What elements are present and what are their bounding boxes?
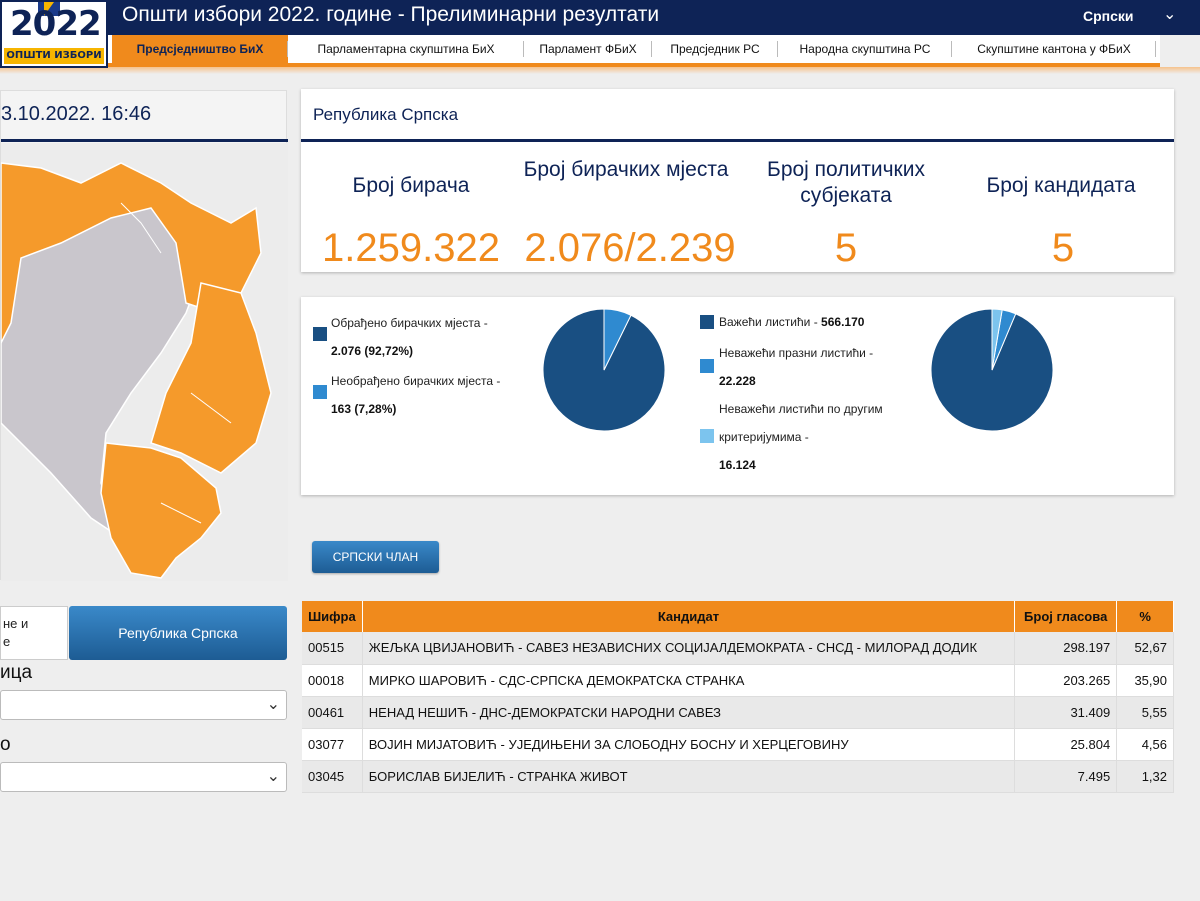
legend-text: Неважећи празни листићи - — [719, 346, 874, 360]
stat-value-political-subjects: 5 — [834, 226, 858, 270]
filter-select-1[interactable]: ⌄ — [0, 690, 287, 720]
cell-code: 00018 — [302, 664, 363, 697]
top-bar: Општи избори 2022. године - Прелиминарни… — [0, 0, 1200, 35]
tab-rs-national-assembly[interactable]: Народна скупштина РС — [778, 35, 952, 63]
results-table: Шифра Кандидат Број гласова % 00515 ЖЕЉК… — [302, 601, 1174, 793]
main-nav: Предсједништво БиХ Парламентарна скупшти… — [108, 35, 1160, 67]
tab-presidency[interactable]: Предсједништво БиХ — [112, 35, 288, 63]
stat-label-political-subjects: Број политичких субјеката — [767, 158, 925, 207]
cell-code: 00461 — [302, 696, 363, 729]
cell-candidate: ЖЕЉКА ЦВИЈАНОВИЋ - САВЕЗ НЕЗАВИСНИХ СОЦИ… — [362, 632, 1016, 665]
divider — [301, 139, 1174, 142]
pie-chart-ballots — [930, 308, 1054, 432]
legend-value: 566.170 — [821, 315, 865, 329]
entity-button-rs[interactable]: Република Српска — [69, 606, 287, 660]
logo-year: 2022 — [10, 4, 102, 44]
cell-percent: 1,32 — [1116, 760, 1174, 793]
legend-value: 16.124 — [719, 458, 756, 472]
cell-percent: 5,55 — [1116, 696, 1174, 729]
legend-text: Важећи листићи - — [719, 315, 818, 329]
stats-card: Република Српска Број бирача 1.259.322 Б… — [301, 89, 1174, 272]
nav-shadow — [0, 67, 1200, 74]
tab-rs-president[interactable]: Предсједник РС — [652, 35, 778, 63]
tab-canton-assemblies[interactable]: Скупштине кантона у ФБиХ — [952, 35, 1156, 63]
filter-label-1: ица — [0, 662, 33, 683]
table-row[interactable]: 00461 НЕНАД НЕШИЋ - ДНС-ДЕМОКРАТСКИ НАРО… — [302, 696, 1174, 729]
last-update-datetime: 3.10.2022. 16:46 — [1, 103, 152, 125]
legend-text: Необрађено бирачких мјеста - — [331, 374, 501, 388]
elections-logo[interactable]: 2022 ОПШТИ ИЗБОРИ — [0, 0, 108, 68]
legend-value: 22.228 — [719, 374, 756, 388]
cell-votes: 31.409 — [1014, 696, 1118, 729]
stat-label-polling-stations: Број бирачких мјеста — [523, 158, 729, 181]
legend-unprocessed: Необрађено бирачких мјеста - 163 (7,28%) — [331, 367, 501, 423]
legend-value: 2.076 (92,72%) — [331, 344, 414, 358]
cell-candidate: МИРКО ШАРОВИЋ - СДС-СРПСКА ДЕМОКРАТСКА С… — [362, 664, 1016, 697]
legend-text: Неважећи листићи по другим критеријумима… — [719, 402, 883, 444]
legend-text: Обрађено бирачких мјеста - — [331, 316, 488, 330]
stat-label-voters: Број бирача — [352, 174, 470, 197]
cell-percent: 52,67 — [1116, 632, 1174, 665]
col-header-code[interactable]: Шифра — [302, 601, 363, 632]
cell-candidate: НЕНАД НЕШИЋ - ДНС-ДЕМОКРАТСКИ НАРОДНИ СА… — [362, 696, 1016, 729]
entity-map[interactable] — [1, 143, 288, 581]
cell-percent: 4,56 — [1116, 728, 1174, 761]
divider — [1, 139, 288, 142]
legend-swatch-invalid-empty — [700, 359, 714, 373]
filter-label-2: о — [0, 734, 11, 755]
cell-code: 03077 — [302, 728, 363, 761]
stat-value-polling-stations: 2.076/2.239 — [524, 226, 736, 270]
stat-value-voters: 1.259.322 — [322, 226, 500, 270]
logo-caption: ОПШТИ ИЗБОРИ — [4, 48, 104, 64]
entity-button-fbih[interactable]: не и е — [0, 606, 68, 660]
table-row[interactable]: 00018 МИРКО ШАРОВИЋ - СДС-СРПСКА ДЕМОКРА… — [302, 664, 1174, 697]
legend-swatch-invalid-other — [700, 429, 714, 443]
cell-votes: 298.197 — [1014, 632, 1118, 665]
tab-fbih-parliament[interactable]: Парламент ФБиХ — [524, 35, 652, 63]
cell-percent: 35,90 — [1116, 664, 1174, 697]
stat-value-candidates: 5 — [1051, 226, 1075, 270]
filter-select-2[interactable]: ⌄ — [0, 762, 287, 792]
legend-swatch-valid — [700, 315, 714, 329]
legend-invalid-other: Неважећи листићи по другим критеријумима… — [719, 395, 884, 479]
map-panel: 3.10.2022. 16:46 — [0, 90, 288, 581]
cell-code: 03045 — [302, 760, 363, 793]
table-header-row: Шифра Кандидат Број гласова % — [302, 601, 1174, 632]
table-row[interactable]: 00515 ЖЕЉКА ЦВИЈАНОВИЋ - САВЕЗ НЕЗАВИСНИ… — [302, 632, 1174, 665]
cell-candidate: БОРИСЛАВ БИЈЕЛИЋ - СТРАНКА ЖИВОТ — [362, 760, 1016, 793]
table-row[interactable]: 03045 БОРИСЛАВ БИЈЕЛИЋ - СТРАНКА ЖИВОТ 7… — [302, 760, 1174, 793]
chevron-down-icon: ⌄ — [266, 696, 280, 713]
language-selector[interactable]: Српски — [1083, 8, 1134, 24]
cell-code: 00515 — [302, 632, 363, 665]
cell-votes: 203.265 — [1014, 664, 1118, 697]
pie-charts-card: Обрађено бирачких мјеста - 2.076 (92,72%… — [301, 297, 1174, 495]
chevron-down-icon: ⌄ — [266, 768, 280, 785]
legend-processed: Обрађено бирачких мјеста - 2.076 (92,72%… — [331, 309, 521, 365]
col-header-votes[interactable]: Број гласова — [1014, 601, 1118, 632]
legend-invalid-empty: Неважећи празни листићи - 22.228 — [719, 339, 904, 395]
cell-votes: 7.495 — [1014, 760, 1118, 793]
col-header-percent[interactable]: % — [1116, 601, 1174, 632]
legend-valid: Важећи листићи - 566.170 — [719, 308, 864, 336]
app-title: Општи избори 2022. године - Прелиминарни… — [122, 3, 660, 26]
col-header-candidate[interactable]: Кандидат — [362, 601, 1016, 632]
chevron-down-icon[interactable]: ⌄ — [1163, 4, 1176, 24]
cell-votes: 25.804 — [1014, 728, 1118, 761]
legend-value: 163 (7,28%) — [331, 402, 397, 416]
legend-swatch-processed — [313, 327, 327, 341]
serbian-member-button[interactable]: СРПСКИ ЧЛАН — [312, 541, 439, 573]
table-row[interactable]: 03077 ВОЈИН МИЈАТОВИЋ - УЈЕДИЊЕНИ ЗА СЛО… — [302, 728, 1174, 761]
legend-swatch-unprocessed — [313, 385, 327, 399]
stat-label-candidates: Број кандидата — [986, 174, 1136, 197]
pie-chart-polling-stations — [542, 308, 666, 432]
region-title: Република Српска — [313, 105, 459, 124]
cell-candidate: ВОЈИН МИЈАТОВИЋ - УЈЕДИЊЕНИ ЗА СЛОБОДНУ … — [362, 728, 1016, 761]
tab-parliamentary-assembly[interactable]: Парламентарна скупштина БиХ — [288, 35, 524, 63]
